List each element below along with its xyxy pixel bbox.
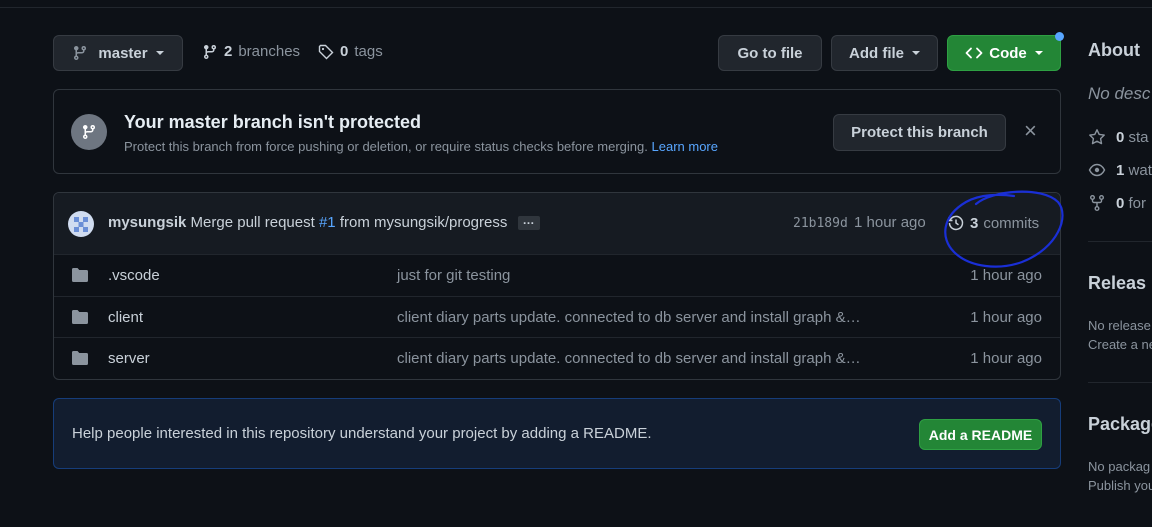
add-readme-label: Add a README [928,426,1033,443]
tags-link[interactable]: 0 tags [318,43,383,60]
chevron-down-icon [155,51,164,55]
go-to-file-button[interactable]: Go to file [718,35,822,71]
commit-time: 1 hour ago [854,214,926,231]
git-branch-icon [203,44,216,59]
header-divider [0,7,1152,8]
stars-link[interactable]: 0 sta [1088,128,1149,146]
repo-forked-icon [1090,195,1104,211]
star-word: sta [1128,128,1149,146]
file-commit-message[interactable]: just for git testing [397,267,510,284]
code-button[interactable]: Code [947,35,1061,71]
learn-more-link[interactable]: Learn more [652,139,718,154]
branch-word: branches [238,43,301,60]
file-name[interactable]: server [108,350,150,367]
fork-word: for [1128,194,1147,212]
file-age: 1 hour ago [970,350,1042,367]
watcher-count: 1 [1116,161,1125,179]
star-icon [1089,129,1105,145]
commit-author[interactable]: mysungsik [108,214,186,231]
git-branch-icon [74,46,87,61]
chevron-down-icon [1034,51,1043,55]
sidebar-divider [1088,382,1152,383]
commit-message-line: mysungsik Merge pull request #1 from mys… [108,214,540,231]
file-row[interactable]: client client diary parts update. connec… [54,296,1060,338]
file-name[interactable]: client [108,309,143,326]
git-branch-icon [71,114,107,150]
folder-icon [72,351,88,365]
releases-heading[interactable]: Releas [1088,273,1146,294]
file-listing: mysungsik Merge pull request #1 from mys… [53,192,1061,380]
branch-name: master [98,44,148,62]
file-age: 1 hour ago [970,309,1042,326]
no-packages-text: No packag [1088,459,1151,474]
file-commit-message[interactable]: client diary parts update. connected to … [397,309,861,326]
sidebar-divider [1088,241,1152,242]
file-row[interactable]: .vscode just for git testing 1 hour ago [54,254,1060,296]
pull-request-link[interactable]: #1 [319,214,336,231]
readme-banner-text: Help people interested in this repositor… [72,425,652,442]
create-release-link[interactable]: Create a ne [1088,337,1152,352]
about-heading: About [1088,40,1140,60]
tag-count: 0 [340,43,349,60]
add-readme-button[interactable]: Add a README [919,419,1042,450]
latest-commit-bar: mysungsik Merge pull request #1 from mys… [54,193,1060,254]
folder-icon [72,310,88,324]
banner-description: Protect this branch from force pushing o… [124,139,648,154]
notification-dot [1055,32,1064,41]
hand-drawn-circle-annotation [944,190,1064,268]
star-count: 0 [1116,128,1125,146]
branches-link[interactable]: 2 branches [202,43,300,60]
branch-count: 2 [224,43,233,60]
banner-description-line: Protect this branch from force pushing o… [124,139,718,154]
avatar[interactable] [68,211,94,237]
packages-heading[interactable]: Package [1088,414,1152,435]
readme-banner: Help people interested in this repositor… [53,398,1061,469]
eye-icon [1088,163,1106,177]
branch-protection-banner: Your master branch isn't protected Prote… [53,89,1061,174]
banner-title: Your master branch isn't protected [124,112,422,132]
chevron-down-icon [912,51,920,55]
commit-message-prefix[interactable]: Merge pull request [191,214,315,231]
code-label: Code [989,44,1027,62]
watcher-word: wat [1128,161,1152,179]
publish-package-link[interactable]: Publish you [1088,478,1152,493]
file-row[interactable]: server client diary parts update. connec… [54,337,1060,379]
protect-branch-button[interactable]: Protect this branch [833,114,1006,151]
file-name[interactable]: .vscode [108,267,160,284]
code-icon [965,47,983,59]
expand-commit-button[interactable]: … [517,214,540,231]
close-icon[interactable]: × [1024,120,1037,142]
no-description-text: No desc [1088,84,1151,103]
no-releases-text: No release [1088,318,1151,333]
folder-icon [72,268,88,282]
fork-count: 0 [1116,194,1125,212]
forks-link[interactable]: 0 for [1088,194,1146,212]
go-to-file-label: Go to file [737,44,803,62]
watchers-link[interactable]: 1 wat [1088,161,1152,179]
commit-message-suffix[interactable]: from mysungsik/progress [340,214,508,231]
tag-icon [318,44,334,59]
file-commit-message[interactable]: client diary parts update. connected to … [397,350,861,367]
commit-sha[interactable]: 21b189d [793,216,848,231]
protect-branch-label: Protect this branch [851,124,988,141]
add-file-button[interactable]: Add file [831,35,938,71]
tag-word: tags [354,43,383,60]
add-file-label: Add file [849,44,904,62]
branch-select-button[interactable]: master [53,35,183,71]
